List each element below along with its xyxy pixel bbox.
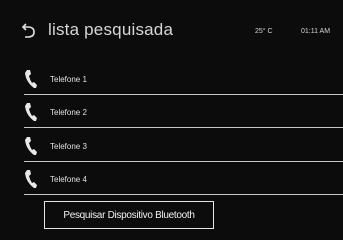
screen: lista pesquisada 25° C 01:11 AM Telefone… <box>0 0 343 240</box>
phone-label: Telefone 3 <box>50 142 87 151</box>
divider <box>24 94 343 95</box>
phone-list-item-1[interactable]: Telefone 1 <box>0 64 343 95</box>
phone-handset-icon <box>25 170 37 188</box>
page-title: lista pesquisada <box>48 20 174 39</box>
phone-label: Telefone 4 <box>50 175 87 184</box>
divider <box>24 161 343 162</box>
divider <box>24 127 343 128</box>
back-button[interactable] <box>20 22 38 40</box>
clock-readout: 01:11 AM <box>301 28 331 35</box>
phone-handset-icon <box>25 70 37 88</box>
back-arrow-icon <box>21 23 35 38</box>
search-bluetooth-device-button[interactable]: Pesquisar Dispositivo Bluetooth <box>44 201 214 229</box>
phone-handset-icon <box>25 103 37 121</box>
phone-list-item-4[interactable]: Telefone 4 <box>0 164 343 195</box>
phone-list-item-2[interactable]: Telefone 2 <box>0 97 343 128</box>
divider <box>24 194 343 195</box>
temperature-readout: 25° C <box>255 28 273 35</box>
phone-label: Telefone 2 <box>50 108 87 117</box>
phone-label: Telefone 1 <box>50 75 87 84</box>
phone-list-item-3[interactable]: Telefone 3 <box>0 131 343 162</box>
header: lista pesquisada 25° C 01:11 AM <box>0 0 343 58</box>
phone-handset-icon <box>25 137 37 155</box>
